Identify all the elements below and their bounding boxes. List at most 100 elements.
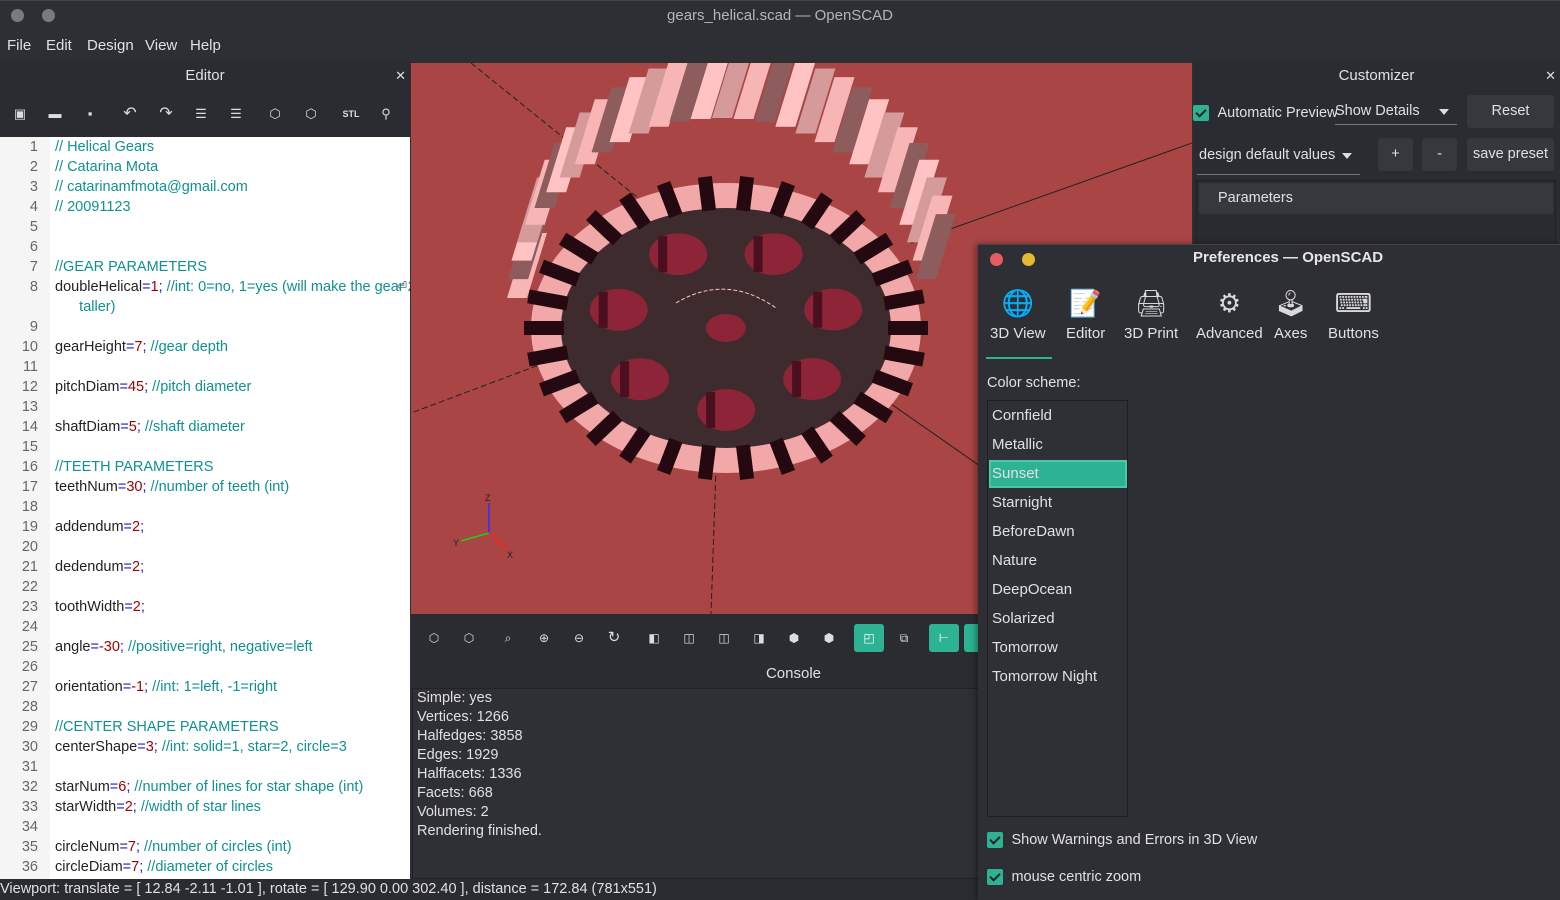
code-line[interactable]: 33 starWidth=2; //width of star lines	[0, 797, 410, 817]
code-line[interactable]: 6	[0, 237, 410, 257]
view-front-icon[interactable]: ⬢	[779, 624, 809, 652]
reset-view-icon[interactable]: ↻	[599, 624, 629, 652]
code-line[interactable]: 28	[0, 697, 410, 717]
code-line[interactable]: 19 addendum=2;	[0, 517, 410, 537]
undo-icon[interactable]: ↶	[119, 103, 141, 125]
code-line[interactable]: 4 // 20091123	[0, 197, 410, 217]
indent-icon[interactable]: ☰	[225, 103, 247, 125]
menu-help[interactable]: Help	[190, 37, 221, 54]
code-line[interactable]: 17 teethNum=30; //number of teeth (int)	[0, 477, 410, 497]
show-warnings-toggle[interactable]: Show Warnings and Errors in 3D View	[987, 831, 1257, 849]
code-line[interactable]: 36 circleDiam=7; //diameter of circles	[0, 857, 410, 877]
close-icon[interactable]: ✕	[1545, 61, 1556, 91]
code-line[interactable]: 8 doubleHelical=1; //int: 0=no, 1=yes (wi…	[0, 277, 410, 297]
code-line[interactable]: 18	[0, 497, 410, 517]
view-bottom-icon[interactable]: ◫	[709, 624, 739, 652]
menu-edit[interactable]: Edit	[46, 37, 72, 54]
show-axes-icon[interactable]: ⊢	[929, 624, 959, 652]
view-back-icon[interactable]: ⬢	[814, 624, 844, 652]
show-warnings-checkbox[interactable]	[987, 831, 1003, 848]
remove-preset-button[interactable]: -	[1422, 138, 1457, 171]
tab-advanced[interactable]: ⚙ Advanced	[1196, 285, 1263, 355]
code-line[interactable]: 27 orientation=-1; //int: 1=left, -1=righ…	[0, 677, 410, 697]
redo-icon[interactable]: ↷	[155, 103, 177, 125]
color-scheme-item[interactable]: Tomorrow	[989, 634, 1127, 662]
code-line[interactable]: 21 dedendum=2;	[0, 557, 410, 577]
code-line[interactable]: 5	[0, 217, 410, 237]
code-line[interactable]: 22	[0, 577, 410, 597]
view-left-icon[interactable]: ◨	[744, 624, 774, 652]
color-scheme-item[interactable]: Nature	[989, 547, 1127, 575]
code-line[interactable]: 12 pitchDiam=45; //pitch diameter	[0, 377, 410, 397]
menu-file[interactable]: File	[7, 37, 31, 54]
code-line[interactable]: 15	[0, 437, 410, 457]
orthogonal-icon[interactable]: ⧉	[889, 624, 919, 652]
menu-view[interactable]: View	[145, 37, 177, 54]
code-line[interactable]: 26	[0, 657, 410, 677]
code-line[interactable]: 9	[0, 317, 410, 337]
mouse-centric-zoom-checkbox[interactable]	[987, 868, 1003, 885]
new-file-icon[interactable]: ▣	[9, 103, 31, 125]
view-top-icon[interactable]: ◫	[674, 624, 704, 652]
details-dropdown[interactable]: Show Details	[1335, 101, 1457, 125]
automatic-preview-checkbox[interactable]	[1193, 104, 1209, 121]
color-scheme-item[interactable]: Cornfield	[989, 402, 1127, 430]
render-icon[interactable]: ⬡	[454, 624, 484, 652]
code-line[interactable]: 11	[0, 357, 410, 377]
code-line[interactable]: 31	[0, 757, 410, 777]
color-scheme-item[interactable]: DeepOcean	[989, 576, 1127, 604]
tab-editor[interactable]: 📝 Editor	[1066, 285, 1105, 355]
zoom-in-icon[interactable]: ⊕	[529, 624, 559, 652]
close-dialog-button[interactable]	[990, 253, 1003, 266]
render-icon[interactable]: ⬡	[300, 103, 322, 125]
tab-3d-print[interactable]: 🖨 3D Print	[1124, 285, 1178, 355]
menu-design[interactable]: Design	[87, 37, 134, 54]
preview-icon[interactable]: ⬡	[264, 103, 286, 125]
tab-3d-view[interactable]: 🌐 3D View	[986, 285, 1052, 359]
view-all-icon[interactable]: ⌕	[493, 624, 523, 652]
code-line[interactable]: 14 shaftDiam=5; //shaft diameter	[0, 417, 410, 437]
add-preset-button[interactable]: +	[1378, 138, 1413, 171]
code-line[interactable]: taller)	[0, 297, 410, 317]
code-line[interactable]: 25 angle=-30; //positive=right, negative=…	[0, 637, 410, 657]
code-line[interactable]: 35 circleNum=7; //number of circles (int)	[0, 837, 410, 857]
code-line[interactable]: 34	[0, 817, 410, 837]
code-line[interactable]: 3 // catarinamfmota@gmail.com	[0, 177, 410, 197]
tab-axes[interactable]: 🕹 Axes	[1274, 285, 1307, 355]
color-scheme-item[interactable]: BeforeDawn	[989, 518, 1127, 546]
code-line[interactable]: 7 //GEAR PARAMETERS	[0, 257, 410, 277]
code-line[interactable]: 1 // Helical Gears	[0, 137, 410, 157]
color-scheme-item[interactable]: Solarized	[989, 605, 1127, 633]
color-scheme-list[interactable]: Cornfield Metallic Sunset Starnight BeforeDa…	[987, 400, 1128, 817]
code-line[interactable]: 2 // Catarina Mota	[0, 157, 410, 177]
close-icon[interactable]: ✕	[395, 61, 406, 91]
zoom-out-icon[interactable]: ⊖	[564, 624, 594, 652]
color-scheme-item[interactable]: Sunset	[989, 460, 1127, 488]
color-scheme-item[interactable]: Tomorrow Night	[989, 663, 1127, 691]
console-output[interactable]: Simple: yes Vertices: 1266 Halfedges: 3858…	[412, 688, 980, 879]
minimize-dialog-button[interactable]	[1022, 253, 1035, 266]
perspective-icon[interactable]: ◰	[854, 624, 884, 652]
reset-button[interactable]: Reset	[1467, 95, 1554, 128]
save-preset-button[interactable]: save preset	[1467, 138, 1554, 171]
code-line[interactable]: 29 //CENTER SHAPE PARAMETERS	[0, 717, 410, 737]
code-line[interactable]: 23 toothWidth=2;	[0, 597, 410, 617]
mouse-centric-zoom-toggle[interactable]: mouse centric zoom	[987, 868, 1141, 886]
automatic-preview-toggle[interactable]: Automatic Preview	[1193, 104, 1338, 122]
tab-buttons[interactable]: ⌨ Buttons	[1328, 285, 1379, 355]
color-scheme-item[interactable]: Starnight	[989, 489, 1127, 517]
code-line[interactable]: 16 //TEETH PARAMETERS	[0, 457, 410, 477]
code-line[interactable]: 20	[0, 537, 410, 557]
code-editor[interactable]: ⏎ 1// Helical Gears 2// Catarina Mota 3// …	[0, 137, 410, 879]
unindent-icon[interactable]: ☰	[190, 103, 212, 125]
code-line[interactable]: 13	[0, 397, 410, 417]
color-scheme-item[interactable]: Metallic	[989, 431, 1127, 459]
code-line[interactable]: 30 centerShape=3; //int: solid=1, star=2,…	[0, 737, 410, 757]
code-line[interactable]: 10 gearHeight=7; //gear depth	[0, 337, 410, 357]
view-right-icon[interactable]: ◧	[639, 624, 669, 652]
preview-icon[interactable]: ⬡	[419, 624, 449, 652]
send-to-print-icon[interactable]: ⚲	[375, 103, 397, 125]
code-line[interactable]: 32 starNum=6; //number of lines for star …	[0, 777, 410, 797]
code-line[interactable]: 24	[0, 617, 410, 637]
export-stl-icon[interactable]: STL	[340, 103, 362, 125]
